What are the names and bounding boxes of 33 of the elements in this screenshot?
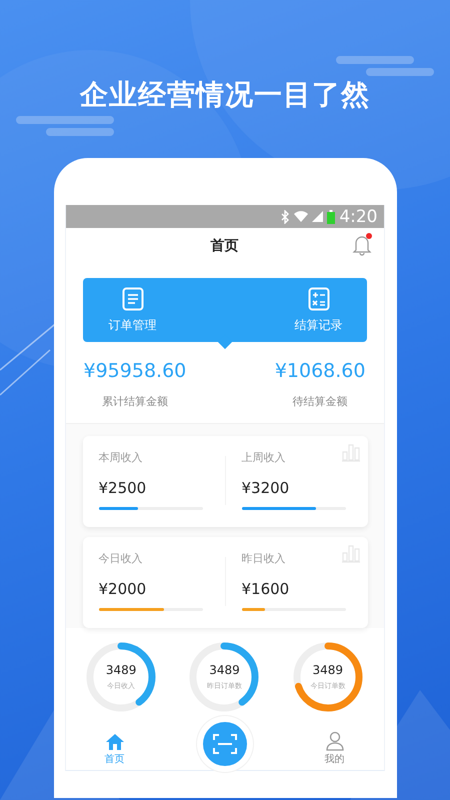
action-button[interactable]: 订单管理	[108, 278, 156, 342]
headline: 企业经营情况一目了然	[80, 77, 370, 113]
signal-icon	[312, 211, 324, 222]
bluetooth-icon	[281, 210, 290, 224]
bell-icon[interactable]	[352, 232, 374, 256]
scan-icon	[212, 733, 236, 755]
income-label: 上周收入	[242, 450, 286, 465]
ring-value: 3489	[106, 663, 136, 677]
income-amount: ¥2000	[98, 580, 148, 598]
income-amount: ¥3200	[242, 479, 290, 497]
total-amount: ¥95958.60	[84, 360, 186, 382]
income-amount: ¥2500	[98, 479, 148, 497]
ring-value: 3489	[209, 663, 240, 677]
home-icon	[104, 733, 124, 751]
document-icon	[122, 286, 144, 310]
income-label: 昨日收入	[242, 551, 286, 566]
status-time: 4:20	[339, 206, 378, 226]
ring-value: 3489	[312, 663, 344, 677]
wifi-icon	[294, 211, 308, 222]
tab-item[interactable]: 首页	[104, 733, 124, 766]
calculator-icon	[308, 286, 330, 310]
scan-button[interactable]	[202, 722, 246, 766]
total-label: 待结算金额	[292, 394, 348, 409]
battery-icon	[327, 210, 336, 224]
tab-item[interactable]: 我的	[324, 731, 344, 766]
page-title: 首页	[210, 237, 238, 255]
income-label: 本周收入	[98, 450, 144, 465]
income-amount: ¥1600	[242, 580, 290, 598]
action-button[interactable]: 结算记录	[294, 278, 342, 342]
total-amount: ¥1068.60	[274, 360, 366, 382]
total-label: 累计结算金额	[102, 394, 168, 409]
income-label: 今日收入	[98, 551, 144, 566]
person-icon	[324, 731, 344, 751]
